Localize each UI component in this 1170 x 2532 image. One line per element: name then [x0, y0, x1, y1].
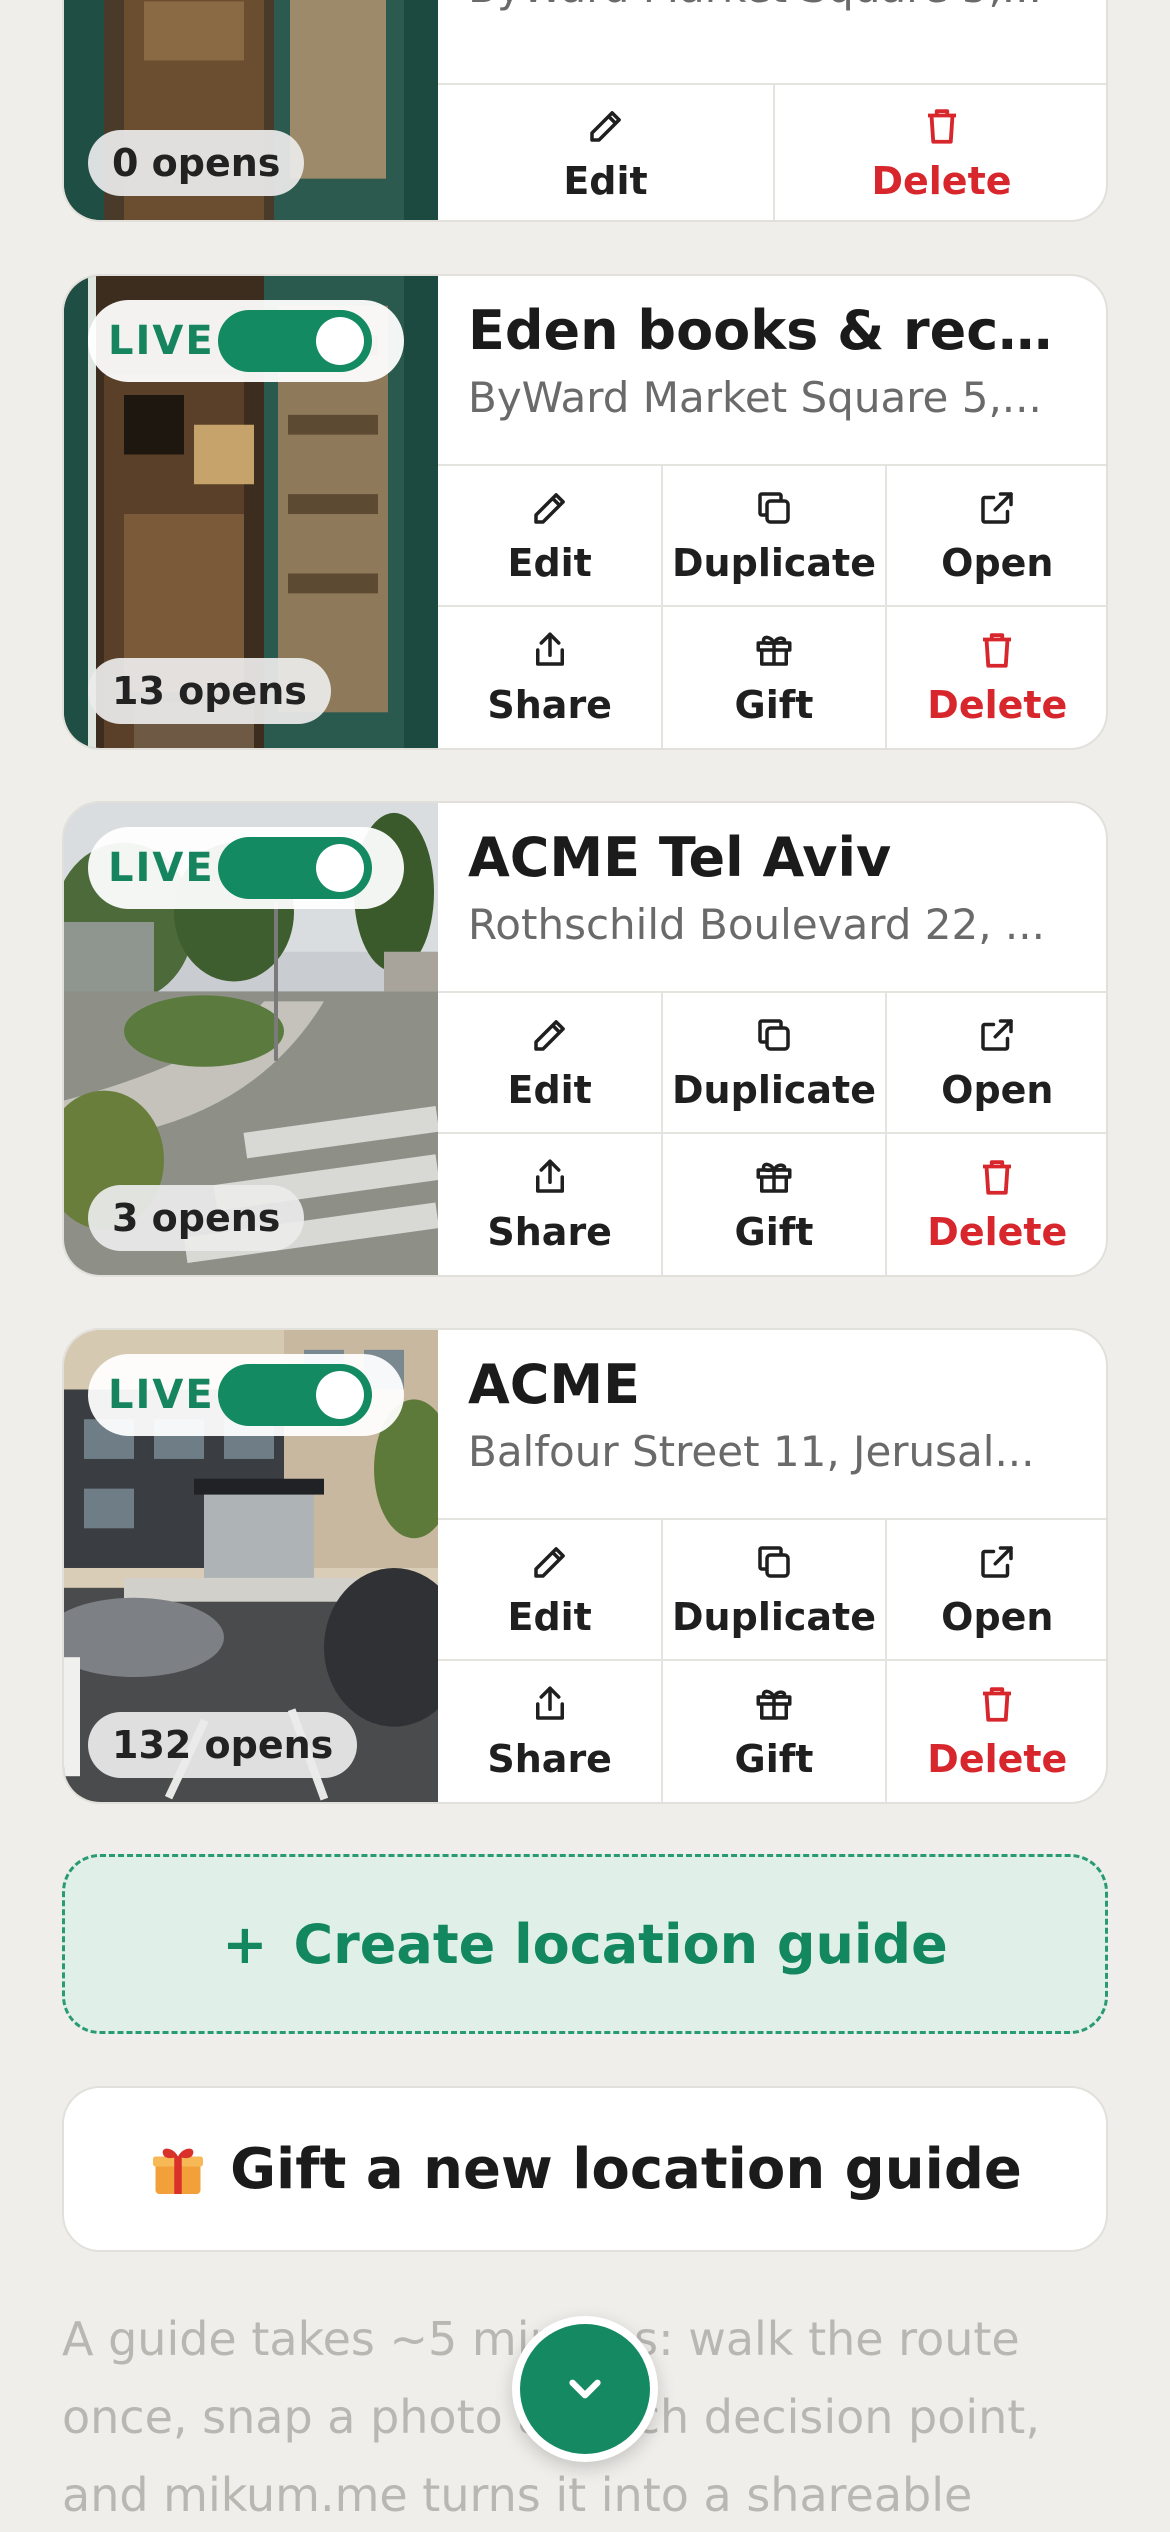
pencil-icon: [533, 1019, 565, 1051]
gift-button[interactable]: Gift: [661, 1134, 884, 1275]
duplicate-label: Duplicate: [672, 1594, 876, 1639]
switch-knob: [316, 1371, 364, 1419]
guide-address: ByWard Market Square 5,...: [468, 0, 1078, 14]
delete-button[interactable]: Delete: [773, 85, 1106, 220]
pencil-icon: [533, 1546, 565, 1578]
edit-button[interactable]: Edit: [438, 993, 662, 1134]
open-label: Open: [941, 1067, 1054, 1112]
gift-label: Gift: [734, 682, 814, 727]
open-label: Open: [941, 540, 1054, 585]
gift-icon: [756, 1162, 792, 1193]
open-label: Open: [941, 1594, 1054, 1639]
create-location-guide-button[interactable]: + Create location guide: [62, 1854, 1108, 2034]
delete-label: Delete: [927, 1736, 1068, 1781]
gift-label: Gift: [734, 1736, 814, 1781]
chevron-down-icon: [569, 2379, 601, 2399]
share-label: Share: [487, 682, 612, 727]
delete-label: Delete: [871, 158, 1012, 203]
opens-count-badge: 13 opens: [88, 658, 331, 724]
guide-card: LIVE 13 opens Eden books & rec… ByWard M…: [62, 274, 1108, 750]
external-link-icon: [981, 1545, 1014, 1578]
gift-new-guide-button[interactable]: Gift a new location guide: [62, 2086, 1108, 2252]
guide-title[interactable]: ACME: [468, 1352, 1078, 1418]
duplicate-label: Duplicate: [672, 1067, 876, 1112]
gift-button[interactable]: Gift: [661, 1661, 884, 1802]
guide-photo[interactable]: LIVE 13 opens: [64, 276, 438, 748]
opens-count-badge: 132 opens: [88, 1712, 358, 1778]
live-toggle[interactable]: LIVE: [88, 827, 404, 909]
pencil-icon: [533, 492, 565, 524]
duplicate-button[interactable]: Duplicate: [661, 1520, 885, 1661]
share-button[interactable]: Share: [438, 1134, 661, 1275]
external-link-icon: [981, 1018, 1014, 1051]
trash-icon: [927, 108, 956, 144]
gift-button[interactable]: Gift: [661, 607, 884, 748]
duplicate-button[interactable]: Duplicate: [661, 993, 885, 1134]
guide-card: LIVE 132 opens ACME Balfour Street 11, J…: [62, 1328, 1108, 1804]
guide-address: Balfour Street 11, Jerusal...: [468, 1427, 1035, 1476]
copy-icon: [758, 491, 790, 524]
create-label: Create location guide: [293, 1912, 948, 1976]
share-label: Share: [487, 1736, 612, 1781]
share-icon: [535, 1159, 564, 1193]
guide-photo[interactable]: 0 opens: [64, 0, 438, 220]
guide-title[interactable]: ACME Tel Aviv: [468, 825, 1078, 891]
plus-icon: +: [222, 1912, 268, 1976]
delete-button[interactable]: Delete: [884, 1661, 1106, 1802]
opens-count-badge: 0 opens: [88, 130, 305, 196]
open-button[interactable]: Open: [884, 1520, 1106, 1661]
switch-knob: [316, 317, 364, 365]
gift-icon: [756, 1689, 792, 1720]
trash-icon: [983, 1686, 1012, 1722]
live-toggle[interactable]: LIVE: [88, 300, 404, 382]
pencil-icon: [589, 110, 621, 142]
gift-new-guide-label: Gift a new location guide: [230, 2136, 1022, 2202]
guide-card: LIVE 3 opens ACME Tel Aviv Rothschild Bo…: [62, 801, 1108, 1277]
gift-emoji-icon: [153, 2148, 204, 2194]
share-icon: [535, 1686, 564, 1720]
trash-icon: [983, 1159, 1012, 1195]
guide-address: Rothschild Boulevard 22, ...: [468, 900, 1045, 949]
duplicate-button[interactable]: Duplicate: [661, 466, 885, 607]
share-button[interactable]: Share: [438, 1661, 661, 1802]
live-switch[interactable]: [218, 310, 372, 372]
switch-knob: [316, 844, 364, 892]
guide-photo[interactable]: LIVE 132 opens: [64, 1330, 438, 1802]
share-icon: [535, 632, 564, 666]
edit-label: Edit: [563, 158, 648, 203]
open-button[interactable]: Open: [884, 466, 1106, 607]
delete-button[interactable]: Delete: [884, 1134, 1106, 1275]
guide-title[interactable]: Eden books & rec…: [468, 298, 1078, 364]
scroll-down-button[interactable]: [512, 2316, 658, 2462]
trash-icon: [983, 632, 1012, 668]
edit-label: Edit: [507, 1594, 592, 1639]
edit-label: Edit: [507, 1067, 592, 1112]
open-button[interactable]: Open: [884, 993, 1106, 1134]
delete-label: Delete: [927, 682, 1068, 727]
live-label: LIVE: [108, 845, 215, 891]
gift-label: Gift: [734, 1209, 814, 1254]
duplicate-label: Duplicate: [672, 540, 876, 585]
share-button[interactable]: Share: [438, 607, 661, 748]
external-link-icon: [981, 491, 1014, 524]
live-switch[interactable]: [218, 837, 372, 899]
edit-button[interactable]: Edit: [438, 85, 773, 220]
guide-photo[interactable]: LIVE 3 opens: [64, 803, 438, 1275]
share-label: Share: [487, 1209, 612, 1254]
guide-address: ByWard Market Square 5,...: [468, 373, 1042, 422]
opens-count-badge: 3 opens: [88, 1185, 305, 1251]
gift-icon: [756, 635, 792, 666]
live-label: LIVE: [108, 1372, 215, 1418]
live-label: LIVE: [108, 318, 215, 364]
edit-label: Edit: [507, 540, 592, 585]
copy-icon: [758, 1018, 790, 1051]
copy-icon: [758, 1545, 790, 1578]
live-switch[interactable]: [218, 1364, 372, 1426]
delete-button[interactable]: Delete: [884, 607, 1106, 748]
edit-button[interactable]: Edit: [438, 466, 662, 607]
edit-button[interactable]: Edit: [438, 1520, 662, 1661]
live-toggle[interactable]: LIVE: [88, 1354, 404, 1436]
delete-label: Delete: [927, 1209, 1068, 1254]
guide-card-partial: 0 opens ByWard Market Square 5,... Edit …: [62, 0, 1108, 222]
